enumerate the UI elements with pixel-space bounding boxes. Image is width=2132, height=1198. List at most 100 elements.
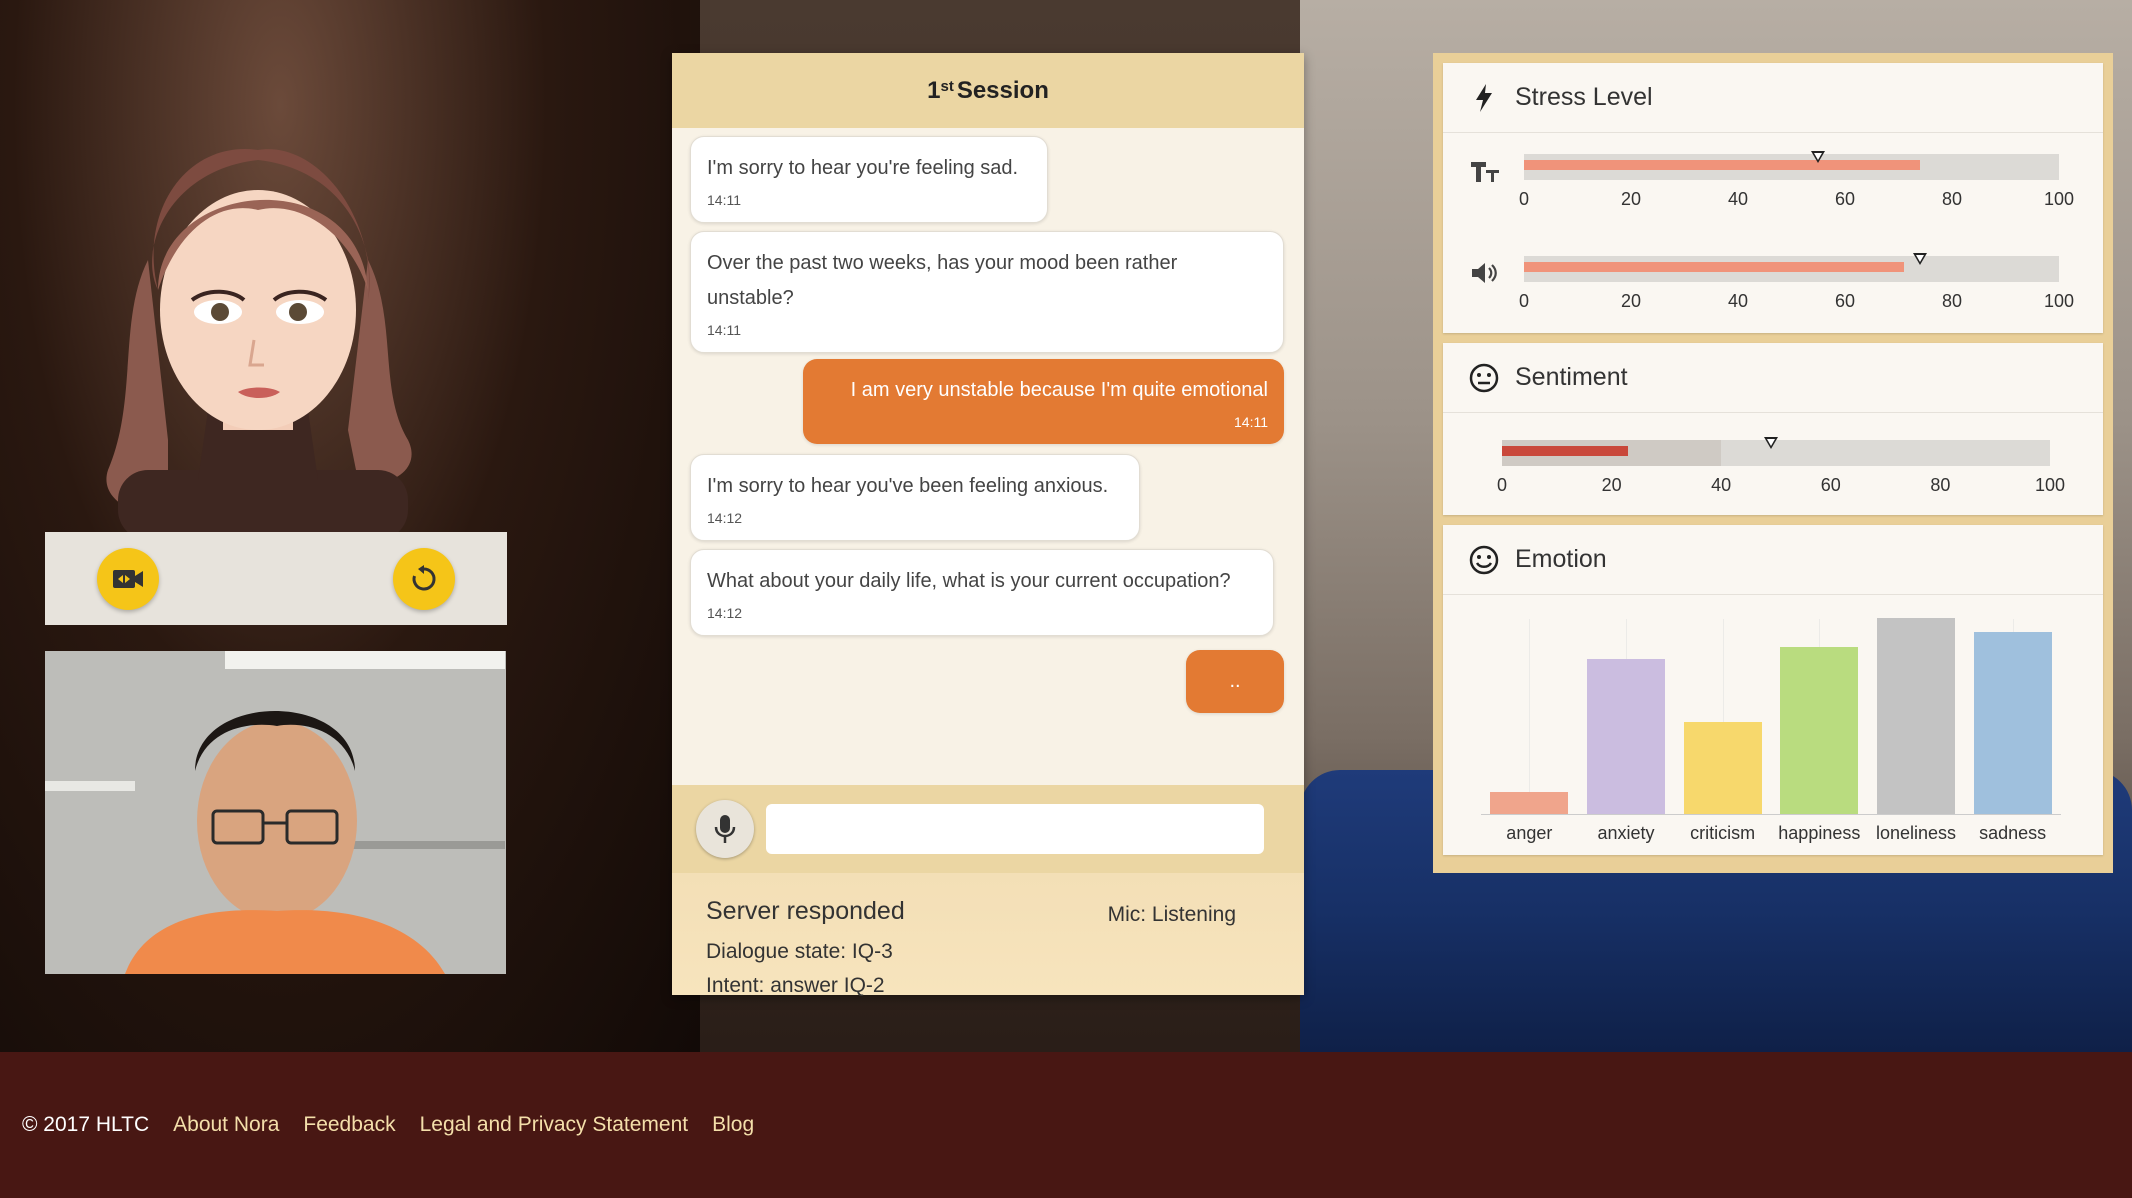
text-size-icon [1469,155,1501,187]
message-time: 14:11 [707,192,741,208]
smile-face-icon [1469,545,1499,575]
stress-level-title: Stress Level [1515,83,1653,111]
message-time: 14:12 [707,510,743,526]
axis-tick-label: 100 [2034,475,2066,495]
speaker-icon [1469,257,1501,289]
chat-header: 1st Session [672,53,1304,128]
emotion-title: Emotion [1515,545,1607,573]
axis-tick-label: 60 [1820,475,1841,495]
emotion-label-sadness: sadness [1979,823,2047,843]
text-stress-track [1524,151,2059,180]
webcam-image [45,651,506,974]
message-bot: I'm sorry to hear you're feeling sad. 14… [690,136,1048,223]
microphone-icon [714,815,736,843]
sentiment-header: Sentiment [1443,343,2103,413]
refresh-icon [412,564,436,590]
emotion-bar-sadness [1973,631,2052,814]
footer-link-feedback[interactable]: Feedback [303,1113,395,1137]
axis-tick-label: 40 [1711,475,1732,495]
footer-link-about[interactable]: About Nora [173,1113,279,1137]
analysis-panel: Stress Level 0 20 40 60 80 100 0 20 40 60 80 100 S… [1433,53,2113,873]
message-user-typing: .. [1186,650,1284,713]
emotion-header: Emotion [1443,525,2103,595]
avatar-control-bar [45,532,507,625]
emotion-label-loneliness: loneliness [1875,823,1957,843]
message-user: I am very unstable because I'm quite emo… [803,359,1284,444]
intent-status: Intent: answer IQ-2 [706,974,885,997]
emotion-bar-happiness [1780,647,1859,814]
message-bot: I'm sorry to hear you've been feeling an… [690,454,1140,541]
axis-tick-label: 80 [1930,475,1951,495]
message-bot: What about your daily life, what is your… [690,549,1274,636]
axis-tick-label: 80 [1941,291,1963,311]
footer-link-legal[interactable]: Legal and Privacy Statement [420,1113,689,1137]
axis-tick-label: 20 [1620,189,1642,209]
audio-stress-fill [1524,262,1904,272]
sentiment-card: Sentiment 0 20 40 60 80 100 [1443,343,2103,515]
emotion-chart-labels: anger anxiety criticism happiness loneliness… [1481,823,2061,847]
message-time: 14:11 [1234,414,1268,430]
mic-status: Mic: Listening [1107,903,1236,926]
dialogue-state: Dialogue state: IQ-3 [706,940,893,963]
text-stress-fill [1524,160,1920,170]
axis-tick-label: 0 [1496,475,1508,495]
axis-tick-label: 100 [2043,189,2075,209]
message-text: I am very unstable because I'm quite emo… [850,379,1268,401]
message-time: 14:11 [707,322,741,338]
axis-tick-label: 60 [1834,189,1856,209]
webcam-feed [45,651,506,974]
mic-button[interactable] [696,800,754,858]
camera-switch-button[interactable] [97,547,159,610]
emotion-label-criticism: criticism [1690,823,1756,843]
audio-stress-marker [1912,253,1927,265]
axis-tick-label: 80 [1941,189,1963,209]
emotion-card: Emotion anger anxiety criticism happiness lo… [1443,525,2103,855]
axis-tick-label: 40 [1727,291,1749,311]
stress-level-header: Stress Level [1443,63,2103,133]
sentiment-title: Sentiment [1515,363,1628,391]
copyright: © 2017 HLTC [22,1113,150,1136]
axis-tick-label: 40 [1727,189,1749,209]
emotion-gridline [1529,619,1531,814]
emotion-label-anxiety: anxiety [1597,823,1655,843]
camera-switch-icon [113,569,143,588]
text-stress-marker [1811,151,1826,163]
message-text: I'm sorry to hear you've been feeling an… [707,475,1109,497]
typing-indicator: .. [1229,670,1241,692]
emotion-label-anger: anger [1506,823,1553,843]
reset-button[interactable] [393,547,455,610]
axis-tick-label: 20 [1601,475,1622,495]
stress-level-card: Stress Level 0 20 40 60 80 100 0 20 40 60 80 100 [1443,63,2103,333]
axis-tick-label: 60 [1834,291,1856,311]
message-text: I'm sorry to hear you're feeling sad. [707,157,1019,179]
session-number: 1 [927,76,941,104]
session-ordinal-suffix: st [940,78,954,95]
neutral-face-icon [1469,363,1499,393]
axis-tick-label: 20 [1620,291,1642,311]
sentiment-track [1502,437,2050,466]
axis-tick-label: 100 [2043,291,2075,311]
emotion-bar-loneliness [1877,618,1955,814]
emotion-chart [1481,618,2061,815]
message-list[interactable]: I'm sorry to hear you're feeling sad. 14… [672,128,1304,785]
footer: © 2017 HLTC About Nora Feedback Legal an… [0,1052,2132,1198]
message-bot: Over the past two weeks, has your mood b… [690,231,1284,353]
emotion-label-happiness: happiness [1778,823,1861,843]
chat-input-row [672,785,1304,873]
message-input[interactable] [766,804,1264,854]
sentiment-fill [1502,446,1629,456]
emotion-bar-criticism [1683,721,1762,814]
emotion-bar-anxiety [1587,659,1665,814]
session-title: Session [956,76,1049,104]
sentiment-marker [1763,437,1778,449]
axis-tick-label: 0 [1518,189,1530,209]
message-time: 14:12 [707,605,743,621]
message-text: Over the past two weeks, has your mood b… [707,252,1178,309]
nora-avatar [106,149,412,532]
axis-tick-label: 0 [1518,291,1530,311]
chat-panel: 1st Session I'm sorry to hear you're fee… [672,53,1304,997]
footer-link-blog[interactable]: Blog [712,1113,754,1137]
lightning-icon [1469,83,1499,113]
message-text: What about your daily life, what is your… [707,570,1231,592]
emotion-bar-anger [1490,792,1569,814]
